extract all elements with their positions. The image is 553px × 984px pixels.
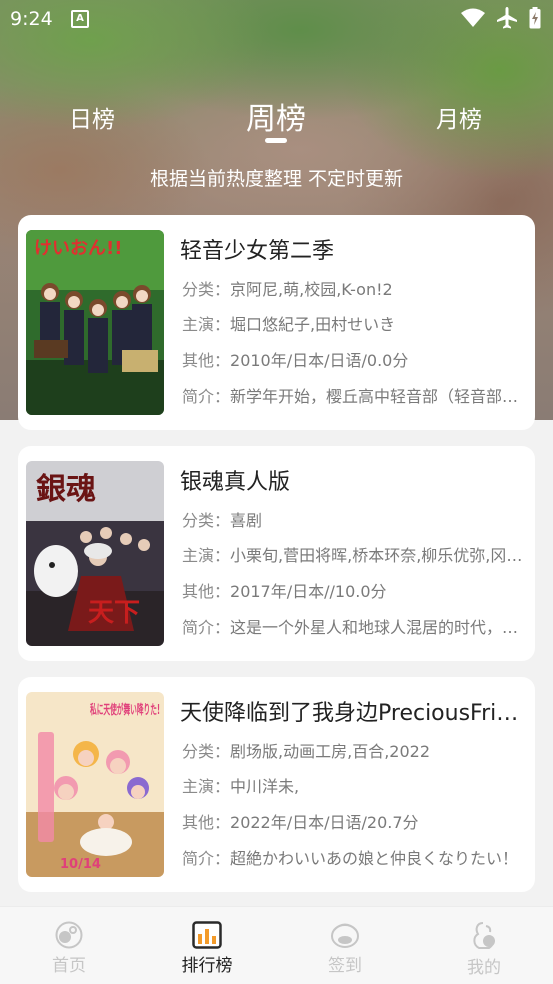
profile-icon — [473, 922, 495, 949]
battery-icon — [529, 7, 541, 29]
ranking-card[interactable]: 銀魂 天下 银魂真人版 分类：喜剧 主演：小栗旬,菅田将晖,桥本环奈,柳乐优弥,… — [18, 446, 535, 661]
poster-logo-text: 私に天使が舞い降りた! — [90, 702, 160, 718]
poster-logo-text: 銀魂 — [36, 472, 96, 507]
intro-value: 这是一个外星人和地球人混居的时代，武士道已经没落... — [230, 618, 527, 637]
tab-daily[interactable]: 日榜 — [69, 100, 115, 134]
item-other: 其他：2022年/日本/日语/20.7分 — [182, 809, 527, 833]
item-title: 天使降临到了我身边PreciousFriends — [180, 701, 526, 726]
category-label: 分类： — [182, 280, 231, 299]
svg-text:天下: 天下 — [88, 598, 140, 628]
other-label: 其他： — [182, 813, 231, 832]
item-cast: 主演：中川洋未, — [182, 773, 527, 797]
nav-profile[interactable]: 我的 — [434, 907, 534, 984]
status-time: 9:24 — [10, 8, 53, 30]
tab-monthly[interactable]: 月榜 — [436, 100, 482, 134]
other-value: 2017年/日本//10.0分 — [230, 582, 387, 601]
tab-indicator — [265, 138, 287, 143]
category-value: 喜剧 — [230, 511, 263, 530]
tab-weekly[interactable]: 周榜 — [246, 94, 306, 138]
cast-label: 主演： — [182, 546, 231, 565]
other-label: 其他： — [182, 351, 231, 370]
home-icon — [55, 921, 83, 949]
nav-home[interactable]: 首页 — [19, 907, 119, 984]
item-title: 银魂真人版 — [180, 470, 291, 495]
airplane-icon — [497, 7, 517, 29]
intro-value: 超絶かわいいあの娘と仲良くなりたい！ — [230, 849, 519, 868]
item-intro: 简介：这是一个外星人和地球人混居的时代，武士道已经没落... — [182, 614, 527, 638]
intro-value: 新学年开始，樱丘高中轻音部（轻音部全员都是高三学生... — [230, 387, 527, 406]
cast-value: 堀口悠紀子,田村せいき — [230, 315, 396, 334]
ranking-list: けいおん!! 轻音少女第二季 分类：京阿尼,萌,校园,K-on!2 主演：堀口悠… — [18, 215, 535, 908]
other-value: 2010年/日本/日语/0.0分 — [230, 351, 409, 370]
wifi-icon — [461, 8, 485, 27]
item-other: 其他：2017年/日本//10.0分 — [182, 578, 527, 602]
item-category: 分类：京阿尼,萌,校园,K-on!2 — [182, 276, 527, 300]
poster-image: けいおん!! — [26, 230, 164, 415]
item-category: 分类：剧场版,动画工房,百合,2022 — [182, 738, 527, 762]
status-bar: 9:24 A — [0, 0, 553, 38]
item-intro: 简介：超絶かわいいあの娘と仲良くなりたい！ — [182, 845, 527, 869]
ranking-icon — [192, 921, 222, 949]
nav-ranking-label: 排行榜 — [181, 956, 233, 976]
item-cast: 主演：小栗旬,菅田将晖,桥本环奈,柳乐优弥,冈田将生 — [182, 542, 527, 566]
intro-label: 简介： — [182, 387, 231, 406]
bottom-navigation: 首页 排行榜 签到 我的 — [0, 906, 553, 984]
category-label: 分类： — [182, 742, 231, 761]
item-title: 轻音少女第二季 — [180, 239, 335, 264]
cast-label: 主演： — [182, 777, 231, 796]
ranking-subtitle: 根据当前热度整理 不定时更新 — [149, 168, 404, 190]
nav-ranking[interactable]: 排行榜 — [157, 907, 257, 984]
nav-checkin[interactable]: 签到 — [295, 907, 395, 984]
category-value: 剧场版,动画工房,百合,2022 — [230, 742, 430, 761]
category-label: 分类： — [182, 511, 231, 530]
nav-profile-label: 我的 — [467, 958, 501, 978]
ranking-card[interactable]: 私に天使が舞い降りた! 10/14 天使降临到了我身边PreciousFrien… — [18, 677, 535, 892]
nav-home-label: 首页 — [52, 956, 86, 976]
svg-text:10/14: 10/14 — [60, 857, 101, 872]
cast-value: 小栗旬,菅田将晖,桥本环奈,柳乐优弥,冈田将生 — [230, 546, 527, 565]
item-cast: 主演：堀口悠紀子,田村せいき — [182, 311, 527, 335]
poster-image: 銀魂 天下 — [26, 461, 164, 646]
notification-a-icon: A — [71, 10, 89, 28]
category-value: 京阿尼,萌,校园,K-on!2 — [230, 280, 393, 299]
checkin-icon — [331, 923, 359, 948]
poster-logo-text: けいおん!! — [34, 238, 122, 259]
nav-checkin-label: 签到 — [328, 956, 362, 976]
item-category: 分类：喜剧 — [182, 507, 527, 531]
ranking-tabs: 日榜 周榜 月榜 — [0, 88, 553, 148]
ranking-card[interactable]: けいおん!! 轻音少女第二季 分类：京阿尼,萌,校园,K-on!2 主演：堀口悠… — [18, 215, 535, 430]
intro-label: 简介： — [182, 618, 231, 637]
item-intro: 简介：新学年开始，樱丘高中轻音部（轻音部全员都是高三学生... — [182, 383, 527, 407]
cast-value: 中川洋未, — [230, 777, 300, 796]
item-other: 其他：2010年/日本/日语/0.0分 — [182, 347, 527, 371]
poster-image: 私に天使が舞い降りた! 10/14 — [26, 692, 164, 877]
cast-label: 主演： — [182, 315, 231, 334]
other-label: 其他： — [182, 582, 231, 601]
other-value: 2022年/日本/日语/20.7分 — [230, 813, 419, 832]
intro-label: 简介： — [182, 849, 231, 868]
